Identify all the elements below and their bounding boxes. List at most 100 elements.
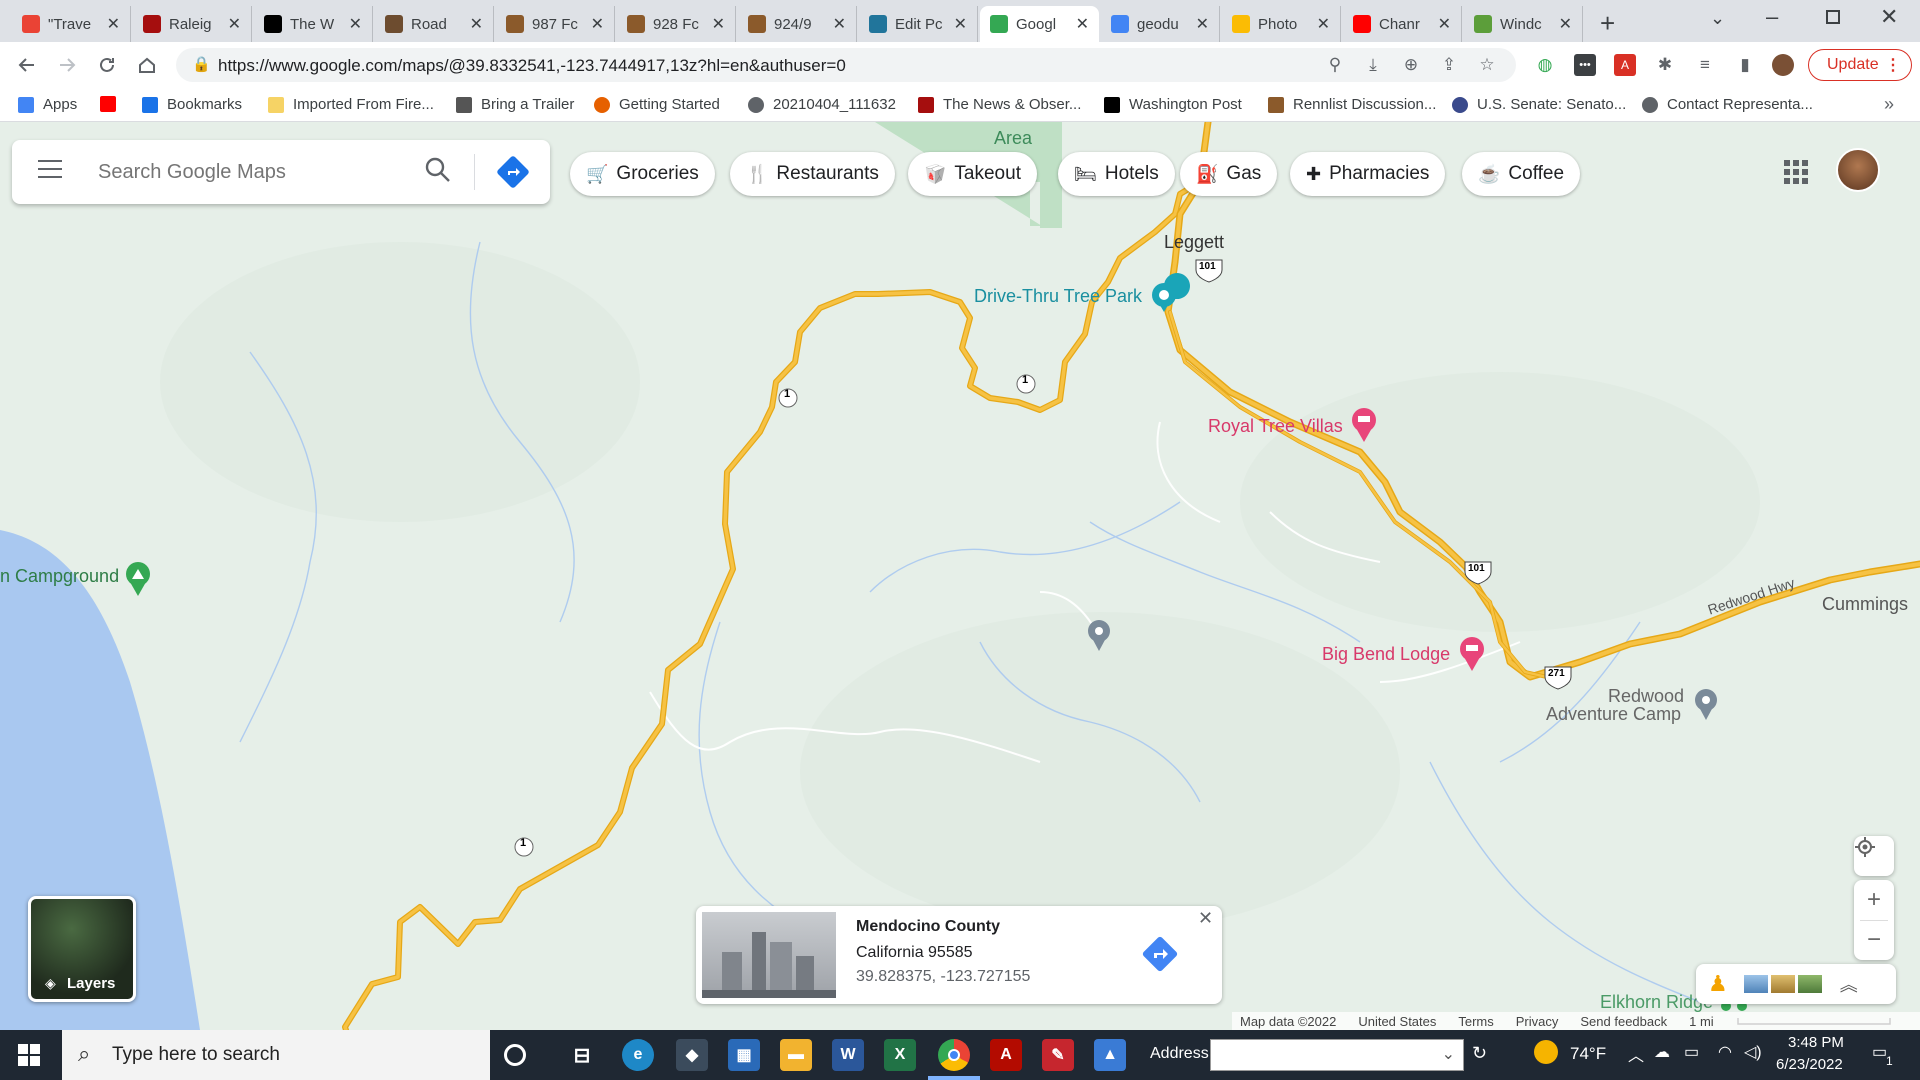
notifications-icon[interactable]: ▭: [1872, 1042, 1887, 1062]
bookmark-item[interactable]: The News & Obser...: [918, 96, 1081, 113]
app-icon-dark[interactable]: ◆: [676, 1039, 708, 1071]
browser-tab[interactable]: The W ✕: [254, 6, 373, 42]
side-panel-icon[interactable]: ▮: [1734, 54, 1756, 76]
location-pin-icon[interactable]: ⚲: [1324, 54, 1346, 76]
bookmark-item[interactable]: Apps: [18, 96, 77, 113]
excel-app-icon[interactable]: X: [884, 1039, 916, 1071]
info-card-close-icon[interactable]: ✕: [1198, 908, 1213, 929]
bookmark-item[interactable]: Getting Started: [594, 96, 720, 113]
imagery-thumb-2[interactable]: [1770, 975, 1795, 993]
clock-date[interactable]: 6/23/2022: [1776, 1056, 1843, 1073]
send-feedback-link[interactable]: Send feedback: [1580, 1014, 1667, 1029]
browser-tab[interactable]: 987 Fc ✕: [496, 6, 615, 42]
profile-avatar-icon[interactable]: [1772, 54, 1794, 76]
file-explorer-icon[interactable]: ▬: [780, 1039, 812, 1071]
lock-icon[interactable]: 🔒: [192, 55, 211, 73]
bookmark-item[interactable]: Bookmarks: [142, 96, 242, 113]
category-chip-restaurants[interactable]: 🍴 Restaurants: [730, 152, 895, 196]
battery-icon[interactable]: ▭: [1684, 1042, 1699, 1062]
info-card-coordinates[interactable]: 39.828375, -123.727155: [856, 968, 1030, 986]
photos-app-icon[interactable]: ▲: [1094, 1039, 1126, 1071]
menu-hamburger-icon[interactable]: [38, 160, 62, 180]
minimize-button[interactable]: –: [1766, 4, 1778, 30]
royal-tree-villas-label[interactable]: Royal Tree Villas: [1208, 416, 1343, 437]
drive-thru-tree-park-label[interactable]: Drive-Thru Tree Park: [974, 286, 1142, 307]
location-info-card[interactable]: Mendocino County California 95585 39.828…: [696, 906, 1222, 1004]
chrome-app-icon[interactable]: [938, 1039, 970, 1071]
expand-chevron-icon[interactable]: ︽: [1840, 971, 1858, 997]
browser-tab[interactable]: 924/9 ✕: [738, 6, 857, 42]
cummings-label[interactable]: Cummings: [1822, 594, 1908, 615]
browser-tab[interactable]: Photo ✕: [1222, 6, 1341, 42]
pdf-tool-app-icon[interactable]: ✎: [1042, 1039, 1074, 1071]
tray-chevron-up-icon[interactable]: ︿: [1628, 1042, 1644, 1066]
scale-label[interactable]: 1 mi: [1689, 1014, 1714, 1029]
close-tab-icon[interactable]: ✕: [470, 14, 483, 34]
tab-search-button[interactable]: ⌄: [1710, 8, 1725, 29]
imagery-thumb-1[interactable]: [1743, 975, 1768, 993]
terms-link[interactable]: Terms: [1458, 1014, 1493, 1029]
share-icon[interactable]: ⇪: [1438, 54, 1460, 76]
extension-password-icon[interactable]: •••: [1574, 54, 1596, 76]
volume-icon[interactable]: ◁): [1744, 1042, 1762, 1062]
new-tab-button[interactable]: +: [1600, 8, 1615, 39]
bookmark-item[interactable]: 20210404_111632: [748, 96, 896, 113]
privacy-link[interactable]: Privacy: [1516, 1014, 1559, 1029]
extension-chrome-icon[interactable]: ◍: [1534, 54, 1556, 76]
close-tab-icon[interactable]: ✕: [349, 14, 362, 34]
edge-app-icon[interactable]: e: [622, 1039, 654, 1071]
layers-button[interactable]: ◈ Layers: [28, 896, 136, 1002]
campground-label[interactable]: n Campground: [0, 566, 119, 587]
account-avatar[interactable]: [1836, 148, 1880, 192]
close-tab-icon[interactable]: ✕: [712, 14, 725, 34]
pegman-icon[interactable]: ♟: [1708, 971, 1728, 997]
imagery-thumb-3[interactable]: [1797, 975, 1822, 993]
close-tab-icon[interactable]: ✕: [1438, 14, 1451, 34]
google-apps-grid-icon[interactable]: [1784, 160, 1808, 184]
address-toolbar-input[interactable]: ⌄: [1210, 1039, 1464, 1071]
close-tab-icon[interactable]: ✕: [833, 14, 846, 34]
map-canvas[interactable]: 1 1 1 101 101 271 Area Leggett Drive-Thr…: [0, 122, 1920, 1030]
category-chip-groceries[interactable]: 🛒 Groceries: [570, 152, 715, 196]
close-tab-icon[interactable]: ✕: [1559, 14, 1572, 34]
category-chip-hotels[interactable]: 🛏 Hotels: [1058, 152, 1175, 196]
bookmark-item[interactable]: Contact Representa...: [1642, 96, 1813, 113]
browser-tab[interactable]: Windc ✕: [1464, 6, 1583, 42]
close-tab-icon[interactable]: ✕: [1196, 14, 1209, 34]
weather-temp[interactable]: 74°F: [1570, 1044, 1606, 1064]
redwood-adventure-camp-label-2[interactable]: Adventure Camp: [1546, 704, 1681, 725]
bookmark-item[interactable]: Imported From Fire...: [268, 96, 434, 113]
onedrive-cloud-icon[interactable]: ☁: [1654, 1042, 1670, 1062]
bookmark-item[interactable]: Rennlist Discussion...: [1268, 96, 1436, 113]
zoom-icon[interactable]: ⊕: [1400, 54, 1422, 76]
campground-pin[interactable]: [126, 562, 150, 596]
update-button[interactable]: Update ⋮: [1808, 49, 1912, 81]
close-tab-icon[interactable]: ✕: [228, 14, 241, 34]
bookmark-item[interactable]: Washington Post: [1104, 96, 1242, 113]
address-bar[interactable]: 🔒 https://www.google.com/maps/@39.833254…: [176, 48, 1516, 82]
maximize-button[interactable]: [1826, 10, 1840, 24]
close-tab-icon[interactable]: ✕: [591, 14, 604, 34]
browser-tab[interactable]: Road ✕: [375, 6, 494, 42]
extension-acrobat-icon[interactable]: A: [1614, 54, 1636, 76]
reading-list-icon[interactable]: ≡: [1694, 54, 1716, 76]
my-location-button[interactable]: [1854, 836, 1894, 876]
close-tab-icon[interactable]: ✕: [1076, 14, 1089, 34]
street-view-thumbnail[interactable]: [702, 912, 836, 998]
taskbar-search-box[interactable]: ⌕ Type here to search: [62, 1030, 490, 1080]
browser-tab[interactable]: Chanr ✕: [1343, 6, 1462, 42]
browser-tab[interactable]: "Trave ✕: [12, 6, 131, 42]
browser-tab[interactable]: geodu ✕: [1101, 6, 1220, 42]
acrobat-app-icon[interactable]: A: [990, 1039, 1022, 1071]
task-view-icon[interactable]: ⊟: [566, 1039, 598, 1071]
more-bookmarks-icon[interactable]: »: [1884, 94, 1894, 115]
start-button[interactable]: [18, 1044, 40, 1071]
reload-button[interactable]: [92, 50, 122, 80]
extensions-puzzle-icon[interactable]: ✱: [1654, 54, 1676, 76]
word-app-icon[interactable]: W: [832, 1039, 864, 1071]
close-tab-icon[interactable]: ✕: [107, 14, 120, 34]
category-chip-coffee[interactable]: ☕ Coffee: [1462, 152, 1581, 196]
bookmark-item[interactable]: U.S. Senate: Senato...: [1452, 96, 1626, 113]
browser-tab[interactable]: Raleig ✕: [133, 6, 252, 42]
maps-search-input[interactable]: [98, 156, 398, 188]
